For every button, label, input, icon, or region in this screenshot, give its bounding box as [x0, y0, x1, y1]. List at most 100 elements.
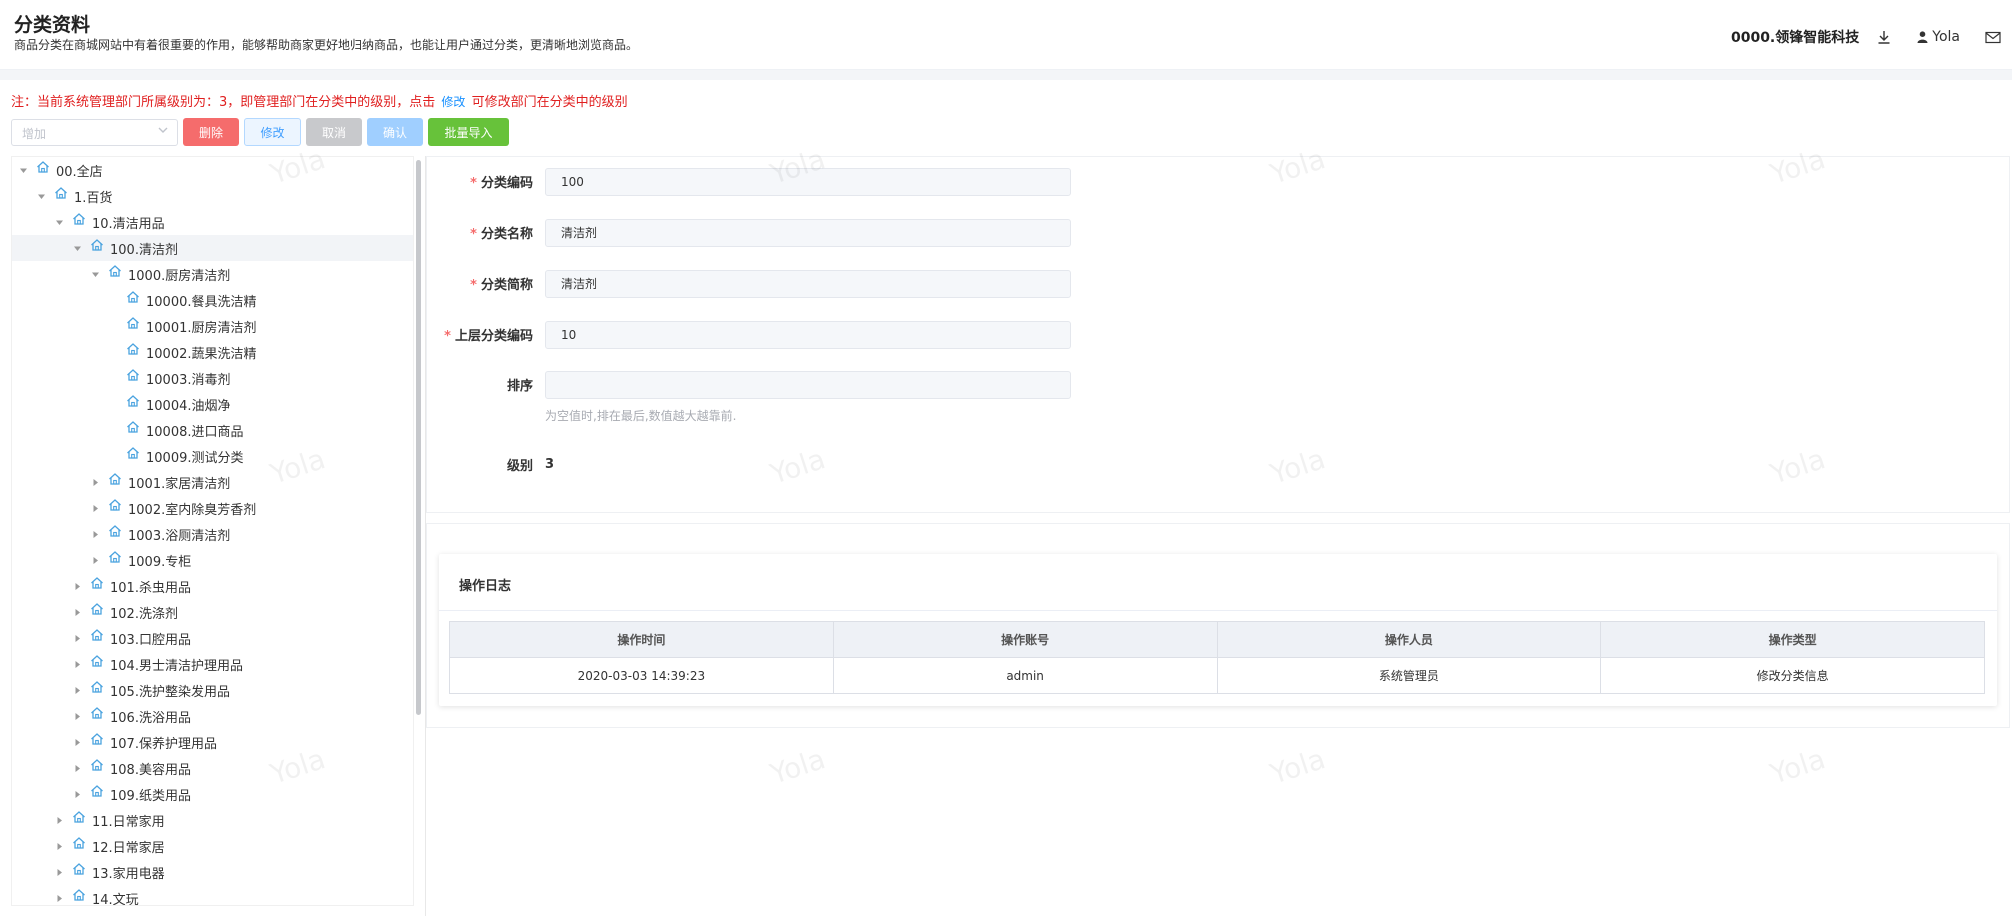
caret-right-icon[interactable] — [72, 633, 82, 643]
tree-node[interactable]: 1001.家居清洁剂 — [12, 469, 413, 495]
confirm-button[interactable]: 确认 — [367, 118, 423, 146]
notice-edit-link[interactable]: 修改 — [441, 95, 465, 109]
delete-button[interactable]: 删除 — [183, 118, 239, 146]
caret-right-icon[interactable] — [54, 815, 64, 825]
caret-right-icon[interactable] — [72, 607, 82, 617]
caret-right-icon[interactable] — [72, 789, 82, 799]
tree-node[interactable]: 10000.餐具洗洁精 — [12, 287, 413, 313]
tree-node-label: 107.保养护理用品 — [110, 736, 217, 752]
home-icon — [72, 810, 86, 824]
tree-node-label: 103.口腔用品 — [110, 632, 191, 648]
user-name: Yola — [1932, 29, 1960, 45]
tree-node[interactable]: 100.清洁剂 — [12, 235, 413, 261]
tree-node[interactable]: 105.洗护整染发用品 — [12, 677, 413, 703]
caret-down-icon[interactable] — [54, 217, 64, 227]
level-label: 级别 — [506, 459, 533, 474]
caret-right-icon[interactable] — [72, 711, 82, 721]
download-icon[interactable] — [1873, 26, 1895, 48]
sort-label: 排序 — [506, 379, 533, 394]
caret-right-icon[interactable] — [72, 685, 82, 695]
tree-node[interactable]: 10009.测试分类 — [12, 443, 413, 469]
caret-right-icon[interactable] — [72, 737, 82, 747]
tree-node[interactable]: 1003.浴厕清洁剂 — [12, 521, 413, 547]
tree-node[interactable]: 10.清洁用品 — [12, 209, 413, 235]
home-icon — [90, 706, 104, 720]
caret-right-icon[interactable] — [72, 659, 82, 669]
tree-node[interactable]: 10004.油烟净 — [12, 391, 413, 417]
mail-icon[interactable] — [1982, 26, 2004, 48]
log-col-operator: 操作人员 — [1216, 621, 1602, 658]
tree-node[interactable]: 103.口腔用品 — [12, 625, 413, 651]
tree-node[interactable]: 11.日常家用 — [12, 807, 413, 833]
caret-right-icon[interactable] — [54, 867, 64, 877]
caret-right-icon[interactable] — [54, 893, 64, 903]
caret-right-icon[interactable] — [90, 503, 100, 513]
cancel-button[interactable]: 取消 — [306, 118, 362, 146]
tree-node[interactable]: 1002.室内除臭芳香剂 — [12, 495, 413, 521]
parent-code-field[interactable]: 10 — [545, 320, 1071, 349]
caret-right-icon[interactable] — [90, 529, 100, 539]
home-icon — [90, 576, 104, 590]
sort-field[interactable] — [545, 370, 1071, 399]
log-cell-operator: 系统管理员 — [1216, 657, 1602, 694]
tree-node-label: 10002.蔬果洗洁精 — [146, 346, 257, 362]
tree-node[interactable]: 1009.专柜 — [12, 547, 413, 573]
tree-node[interactable]: 00.全店 — [12, 157, 413, 183]
caret-down-icon[interactable] — [18, 165, 28, 175]
caret-right-icon[interactable] — [90, 477, 100, 487]
tree-node-label: 109.纸类用品 — [110, 788, 191, 804]
caret-down-icon[interactable] — [90, 269, 100, 279]
short-name-field[interactable]: 清洁剂 — [545, 269, 1071, 298]
home-icon — [90, 784, 104, 798]
home-icon — [126, 446, 140, 460]
tree-node-label: 1000.厨房清洁剂 — [128, 268, 231, 284]
caret-down-icon[interactable] — [72, 243, 82, 253]
log-cell-type: 修改分类信息 — [1600, 657, 1985, 694]
tree-node-label: 10000.餐具洗洁精 — [146, 294, 257, 310]
caret-right-icon[interactable] — [90, 555, 100, 565]
tree-node-label: 104.男士清洁护理用品 — [110, 658, 243, 674]
tree-node[interactable]: 14.文玩 — [12, 885, 413, 905]
home-icon — [126, 290, 140, 304]
tree-node[interactable]: 104.男士清洁护理用品 — [12, 651, 413, 677]
tree-node[interactable]: 1.百货 — [12, 183, 413, 209]
tree-node-label: 10009.测试分类 — [146, 450, 244, 466]
home-icon — [36, 160, 50, 174]
tree-node-label: 12.日常家居 — [92, 840, 165, 856]
company-name[interactable]: 0000.领锋智能科技 — [1731, 27, 1859, 47]
header-right: 0000.领锋智能科技 Yola — [1731, 26, 2012, 48]
tree-node-label: 108.美容用品 — [110, 762, 191, 778]
tree-node[interactable]: 10008.进口商品 — [12, 417, 413, 443]
tree-node[interactable]: 13.家用电器 — [12, 859, 413, 885]
batch-import-button[interactable]: 批量导入 — [428, 118, 509, 146]
user-menu[interactable]: Yola — [1917, 29, 1960, 45]
tree-node[interactable]: 10001.厨房清洁剂 — [12, 313, 413, 339]
log-table: 操作时间 操作账号 操作人员 操作类型 2020-03-03 14:39:23 … — [449, 621, 1985, 694]
code-field[interactable]: 100 — [545, 167, 1071, 196]
tree-node-label: 10003.消毒剂 — [146, 372, 231, 388]
tree-node[interactable]: 109.纸类用品 — [12, 781, 413, 807]
caret-right-icon[interactable] — [72, 763, 82, 773]
tree-node[interactable]: 102.洗涤剂 — [12, 599, 413, 625]
edit-button[interactable]: 修改 — [244, 118, 301, 146]
caret-right-icon[interactable] — [54, 841, 64, 851]
tree-node[interactable]: 108.美容用品 — [12, 755, 413, 781]
tree-node[interactable]: 12.日常家居 — [12, 833, 413, 859]
tree-node[interactable]: 1000.厨房清洁剂 — [12, 261, 413, 287]
tree-node-label: 1002.室内除臭芳香剂 — [128, 502, 257, 518]
tree-node[interactable]: 106.洗浴用品 — [12, 703, 413, 729]
tree-node[interactable]: 10003.消毒剂 — [12, 365, 413, 391]
tree-node-label: 106.洗浴用品 — [110, 710, 191, 726]
caret-right-icon[interactable] — [72, 581, 82, 591]
watermark-text: Yola — [766, 742, 830, 791]
tree-node[interactable]: 107.保养护理用品 — [12, 729, 413, 755]
tree-node[interactable]: 10002.蔬果洗洁精 — [12, 339, 413, 365]
caret-down-icon[interactable] — [36, 191, 46, 201]
add-select-placeholder: 增加 — [22, 126, 47, 141]
tree-scrollbar[interactable] — [416, 160, 421, 715]
tree-node[interactable]: 101.杀虫用品 — [12, 573, 413, 599]
name-field[interactable]: 清洁剂 — [545, 218, 1071, 247]
add-select[interactable]: 增加 — [11, 118, 178, 146]
log-header-row: 操作时间 操作账号 操作人员 操作类型 — [449, 621, 1985, 658]
notice-suffix: 可修改部门在分类中的级别 — [471, 95, 628, 110]
